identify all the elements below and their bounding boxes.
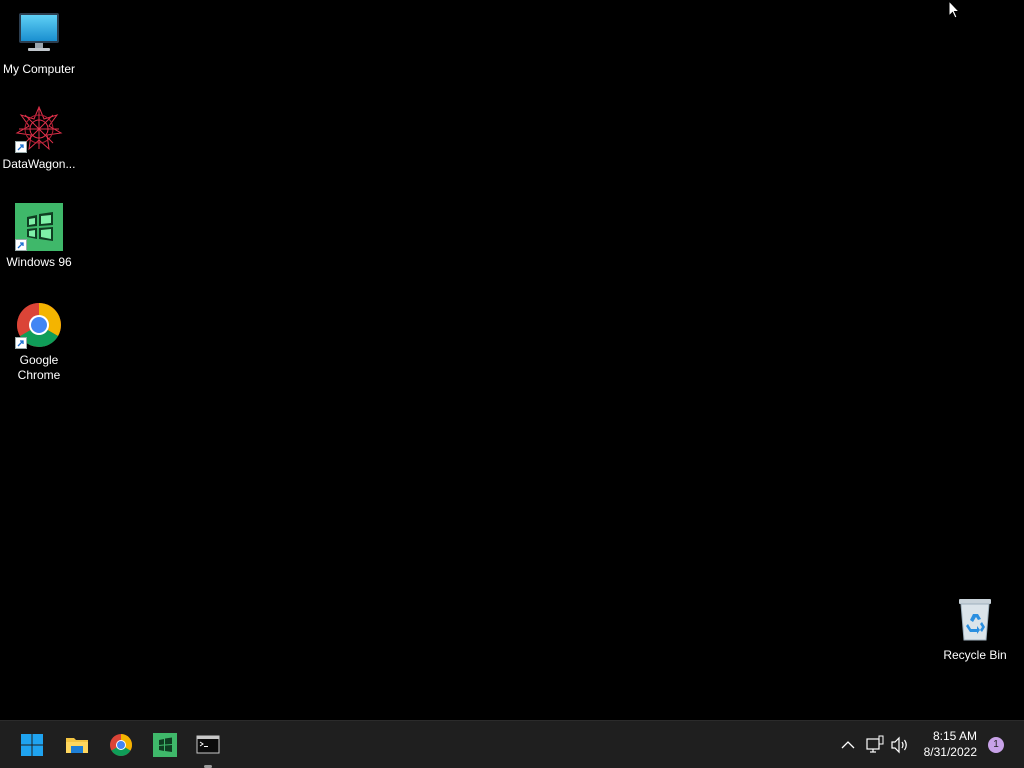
windows96-icon <box>15 203 63 251</box>
shortcut-arrow-icon <box>15 141 27 153</box>
icon-label: Recycle Bin <box>943 648 1007 662</box>
mouse-pointer-icon <box>948 0 961 25</box>
windows96-icon <box>149 733 181 757</box>
volume-icon <box>890 736 910 759</box>
icon-label: Google Chrome <box>17 353 61 382</box>
show-hidden-icons-button[interactable] <box>838 735 858 755</box>
network-button[interactable] <box>865 735 885 755</box>
recycle-bin-icon <box>951 596 999 644</box>
shortcut-arrow-icon <box>15 337 27 349</box>
notification-badge[interactable]: 1 <box>988 737 1004 753</box>
volume-button[interactable] <box>890 735 910 755</box>
clock-time: 8:15 AM <box>932 729 977 743</box>
taskbar-windows96-button[interactable] <box>149 729 181 761</box>
desktop-icon-google-chrome[interactable]: Google Chrome <box>0 301 78 383</box>
desktop-icon-my-computer[interactable]: My Computer <box>0 10 78 77</box>
chrome-icon <box>15 301 63 349</box>
desktop-icon-datawagon[interactable]: DataWagon... <box>0 105 78 172</box>
taskbar-chrome-button[interactable] <box>105 729 137 761</box>
desktop-icon-recycle-bin[interactable]: Recycle Bin <box>936 596 1014 663</box>
windows-start-icon <box>16 733 48 757</box>
shortcut-arrow-icon <box>15 239 27 251</box>
taskbar: 8:15 AM 8/31/2022 1 <box>0 720 1024 768</box>
datawagon-icon <box>15 105 63 153</box>
icon-label: Windows 96 <box>6 255 72 269</box>
monitor-icon <box>15 10 63 58</box>
start-button[interactable] <box>16 729 48 761</box>
terminal-icon <box>192 733 224 757</box>
folder-icon <box>61 733 93 757</box>
taskbar-file-explorer-button[interactable] <box>61 729 93 761</box>
clock[interactable]: 8:15 AM 8/31/2022 <box>924 728 977 760</box>
icon-label: DataWagon... <box>2 157 76 171</box>
chevron-up-icon <box>838 741 858 759</box>
desktop-icon-windows96[interactable]: Windows 96 <box>0 203 78 270</box>
clock-date: 8/31/2022 <box>923 745 977 759</box>
taskbar-terminal-button[interactable] <box>192 729 224 768</box>
network-icon <box>865 735 885 759</box>
icon-label: My Computer <box>2 62 76 76</box>
chrome-icon <box>105 733 137 757</box>
